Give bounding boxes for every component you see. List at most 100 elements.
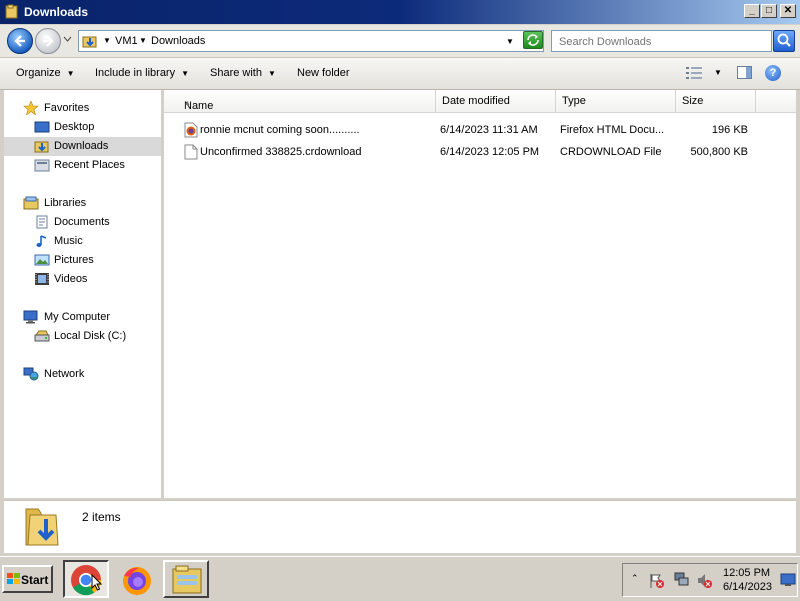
chevron-down-icon: ▼ <box>267 69 276 78</box>
pictures-icon <box>34 254 50 266</box>
include-in-library-label: Include in library <box>95 67 176 79</box>
local-disk-icon <box>34 330 50 342</box>
search-button[interactable] <box>773 30 795 52</box>
address-dropdown-icon[interactable]: ▼ <box>506 37 514 46</box>
back-button[interactable] <box>7 28 33 54</box>
include-in-library-menu[interactable]: Include in library ▼ <box>95 67 189 79</box>
network-icon <box>23 367 39 381</box>
breadcrumb-root-chevron-icon[interactable]: ▼ <box>103 36 111 45</box>
libraries-icon <box>23 196 39 210</box>
column-type-label: Type <box>562 95 586 107</box>
nav-desktop-label: Desktop <box>54 121 95 133</box>
refresh-icon <box>527 34 539 46</box>
organize-menu[interactable]: Organize ▼ <box>16 67 75 79</box>
nav-pictures[interactable]: Pictures <box>4 251 161 270</box>
organize-label: Organize <box>16 67 61 79</box>
clock-time[interactable]: 12:05 PM <box>723 567 770 579</box>
nav-local-disk[interactable]: Local Disk (C:) <box>4 327 161 346</box>
nav-downloads-label: Downloads <box>54 140 109 152</box>
item-count: 2 items <box>82 510 121 524</box>
back-arrow-icon <box>14 35 25 47</box>
navigation-bar: ▼ VM1 ▼ Downloads ▼ <box>0 25 800 58</box>
file-size: 500,800 KB <box>690 146 749 158</box>
command-bar: Organize ▼ Include in library ▼ Share with… <box>0 58 800 90</box>
show-hidden-icons-icon[interactable]: ⌃ <box>631 573 639 584</box>
taskbar-chrome[interactable] <box>63 560 109 598</box>
nav-libraries[interactable]: Libraries <box>4 194 161 213</box>
minimize-button[interactable]: _ <box>744 4 760 18</box>
navigation-pane[interactable]: Favorites Desktop Downloads Recent Place… <box>4 90 161 498</box>
file-date: 6/14/2023 12:05 PM <box>440 146 540 158</box>
title-bar[interactable]: Downloads _ □ ✕ <box>0 0 800 24</box>
nav-videos-label: Videos <box>54 273 88 285</box>
firefox-icon <box>123 567 151 595</box>
nav-my-computer[interactable]: My Computer <box>4 308 161 327</box>
change-view-button[interactable]: ▼ <box>686 67 722 82</box>
nav-network[interactable]: Network <box>4 365 161 384</box>
column-type[interactable]: Type <box>556 90 676 112</box>
nav-documents[interactable]: Documents <box>4 213 161 232</box>
nav-pictures-label: Pictures <box>54 254 94 266</box>
start-button[interactable]: Start <box>2 565 53 593</box>
address-bar[interactable]: ▼ VM1 ▼ Downloads ▼ <box>78 30 544 52</box>
column-date-modified[interactable]: Date modified <box>436 90 556 112</box>
recent-places-icon <box>34 159 50 172</box>
downloads-folder-large-icon <box>25 508 59 546</box>
nav-desktop[interactable]: Desktop <box>4 118 161 137</box>
taskbar: Start ⌃ 12:05 PM 6/14/2023 <box>0 556 800 601</box>
nav-recent-places-label: Recent Places <box>54 159 125 171</box>
share-with-menu[interactable]: Share with ▼ <box>210 67 276 79</box>
taskbar-firefox[interactable] <box>113 560 159 598</box>
file-name: Unconfirmed 338825.crdownload <box>200 146 362 158</box>
volume-muted-icon[interactable] <box>697 573 713 589</box>
details-view-icon <box>686 67 702 79</box>
nav-videos[interactable]: Videos <box>4 270 161 289</box>
firefox-html-file-icon <box>184 122 198 138</box>
breadcrumb-downloads[interactable]: Downloads <box>151 35 205 47</box>
column-size[interactable]: Size <box>676 90 756 112</box>
refresh-button[interactable] <box>523 31 543 49</box>
nav-downloads[interactable]: Downloads <box>4 137 161 156</box>
share-with-label: Share with <box>210 67 262 79</box>
maximize-button[interactable]: □ <box>761 4 777 18</box>
chevron-down-icon[interactable]: ▼ <box>714 68 722 77</box>
show-desktop-icon[interactable] <box>780 573 796 587</box>
help-button[interactable]: ? <box>765 65 781 81</box>
clock-date[interactable]: 6/14/2023 <box>723 581 772 593</box>
close-button[interactable]: ✕ <box>780 4 796 18</box>
forward-arrow-icon <box>43 35 54 47</box>
file-row[interactable]: Unconfirmed 338825.crdownload 6/14/2023 … <box>178 142 778 162</box>
nav-libraries-label: Libraries <box>44 197 87 209</box>
search-field[interactable] <box>551 30 772 52</box>
nav-music[interactable]: Music <box>4 232 161 251</box>
desktop-icon <box>34 121 50 133</box>
windows-logo-icon <box>7 573 20 584</box>
breadcrumb-chevron-icon[interactable]: ▼ <box>139 36 147 45</box>
chevron-down-icon: ▼ <box>66 69 75 78</box>
nav-my-computer-label: My Computer <box>44 311 111 323</box>
recent-pages-dropdown-icon[interactable] <box>63 36 72 42</box>
file-type: CRDOWNLOAD File <box>560 146 662 158</box>
nav-favorites[interactable]: Favorites <box>4 99 161 118</box>
file-row[interactable]: ronnie mcnut coming soon.......... 6/14/… <box>178 120 778 140</box>
taskbar-explorer[interactable] <box>163 560 209 598</box>
search-input[interactable] <box>557 32 761 52</box>
folder-icon <box>5 4 18 19</box>
column-date-label: Date modified <box>442 95 510 107</box>
blank-file-icon <box>184 144 198 160</box>
breadcrumb-vm1[interactable]: VM1 <box>115 35 138 47</box>
column-name[interactable]: Name ▲ <box>164 90 436 112</box>
start-label: Start <box>21 573 49 587</box>
nav-favorites-label: Favorites <box>44 102 90 114</box>
action-center-flag-icon[interactable] <box>649 573 665 589</box>
preview-pane-button[interactable] <box>737 66 752 79</box>
file-name: ronnie mcnut coming soon.......... <box>200 124 360 136</box>
network-status-icon[interactable] <box>674 572 690 588</box>
forward-button[interactable] <box>35 28 61 54</box>
downloads-folder-icon <box>34 141 49 153</box>
new-folder-button[interactable]: New folder <box>297 67 350 79</box>
column-size-label: Size <box>682 95 704 107</box>
file-type: Firefox HTML Docu... <box>560 124 665 136</box>
nav-recent-places[interactable]: Recent Places <box>4 156 161 175</box>
file-list[interactable]: Name ▲ Date modified Type Size ronnie mc… <box>164 90 796 498</box>
